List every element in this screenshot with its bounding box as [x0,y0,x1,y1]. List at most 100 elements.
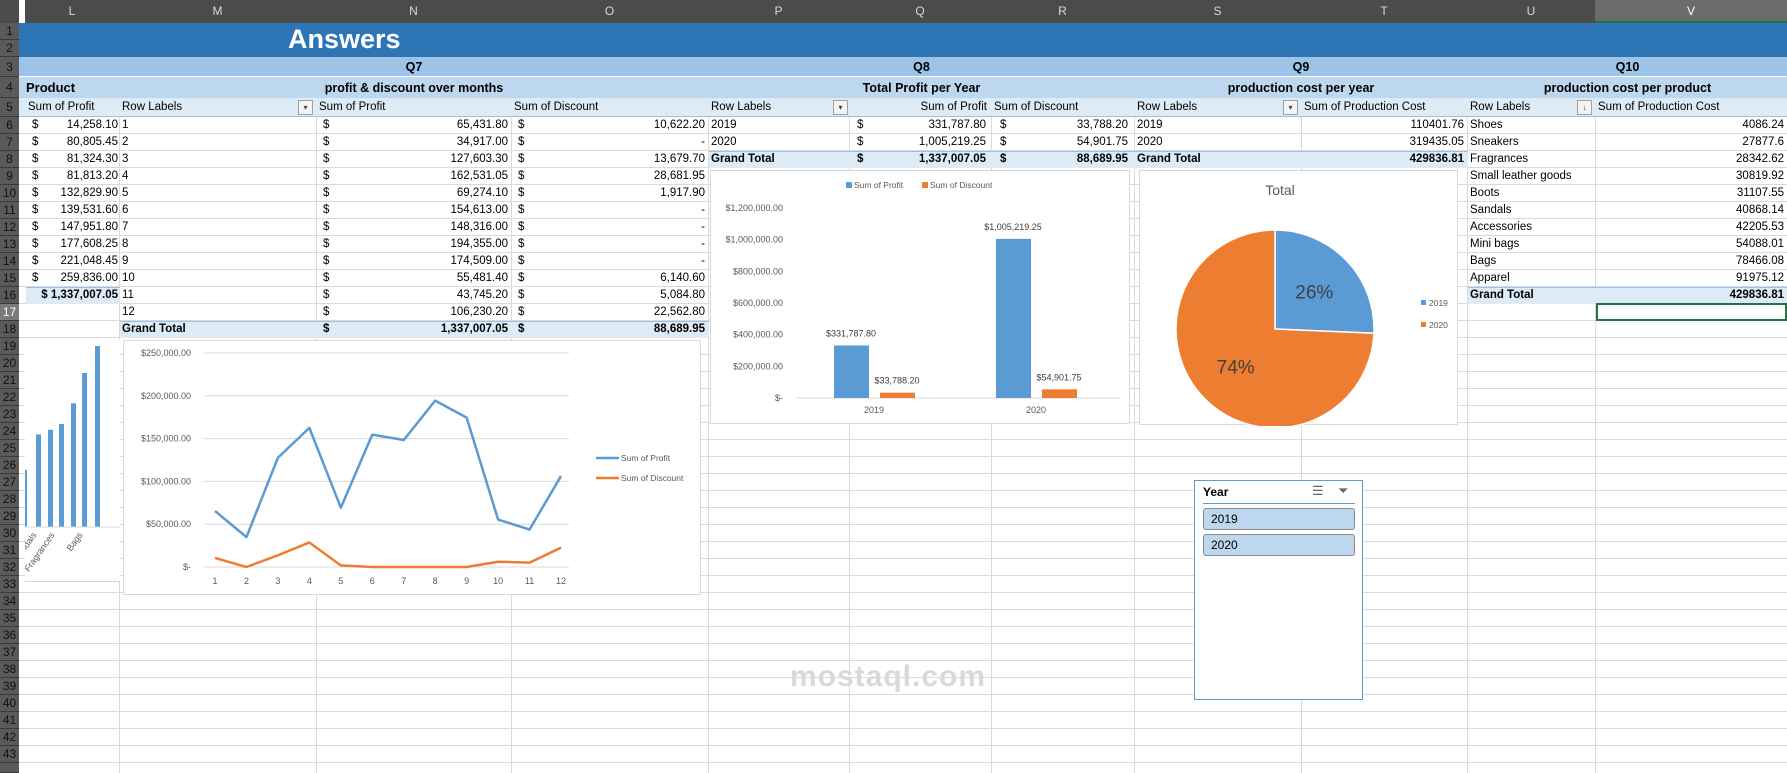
row-header-23[interactable]: 23 [0,406,19,423]
currency-symbol: $ [32,255,39,267]
q10-sort-dropdown[interactable]: ↓ [1577,100,1592,115]
select-all-corner[interactable] [0,0,19,23]
row-header-40[interactable]: 40 [0,695,19,712]
row-header-14[interactable]: 14 [0,253,19,270]
q7-total-label: Grand Total [122,323,186,335]
currency-symbol: $ [518,323,525,335]
row-header-17[interactable]: 17 [0,304,19,321]
row-header-1[interactable]: 1 [0,23,19,40]
row-header-5[interactable]: 5 [0,98,19,117]
banner-title: Answers [288,24,401,54]
row-header-32[interactable]: 32 [0,559,19,576]
row-header-16[interactable]: 16 [0,287,19,304]
product-profit-value: 80,805.45 [66,136,118,148]
row-header-42[interactable]: 42 [0,729,19,746]
row-header-28[interactable]: 28 [0,491,19,508]
q7-filter-dropdown[interactable]: ▾ [298,100,313,115]
row-header-9[interactable]: 9 [0,168,19,185]
column-header-R[interactable]: R [991,0,1135,23]
currency-symbol: $ [518,136,525,148]
row-header-8[interactable]: 8 [0,151,19,168]
row-header-15[interactable]: 15 [0,270,19,287]
row-gridline [19,728,1787,729]
row-header-37[interactable]: 37 [0,644,19,661]
row-header-12[interactable]: 12 [0,219,19,236]
selected-cell[interactable] [1596,303,1787,321]
row-header-19[interactable]: 19 [0,338,19,355]
row-header-3[interactable]: 3 [0,57,19,77]
currency-symbol: $ [518,221,525,233]
row-header-30[interactable]: 30 [0,525,19,542]
column-header-T[interactable]: T [1301,0,1468,23]
row-header-34[interactable]: 34 [0,593,19,610]
column-header-O[interactable]: O [511,0,709,23]
header-q7-profit: Sum of Profit [319,101,386,113]
row-header-22[interactable]: 22 [0,389,19,406]
row-header-25[interactable]: 25 [0,440,19,457]
row-header-39[interactable]: 39 [0,678,19,695]
row-header-41[interactable]: 41 [0,712,19,729]
column-header-M[interactable]: M [119,0,317,23]
multi-select-icon[interactable]: ☰ [1312,483,1324,499]
currency-symbol: $ [323,136,330,148]
q10-cost-value: 91975.12 [1736,272,1784,284]
product-tick-label: Bags [65,530,85,553]
q7-line-chart[interactable]: $- $50,000.00 $100,000.00 $150,000.00 $200,0… [123,340,701,595]
row-header-29[interactable]: 29 [0,508,19,525]
x-tick-label: 5 [338,576,343,586]
column-header-P[interactable]: P [708,0,850,23]
x-tick-label: 12 [556,576,566,586]
q8-filter-dropdown[interactable]: ▾ [833,100,848,115]
product-bar-chart[interactable]: ndals Fragrances Bags [18,340,120,582]
currency-symbol: $ [518,306,525,318]
clear-filter-icon[interactable]: ⏷ [1338,483,1348,499]
row-header-38[interactable]: 38 [0,661,19,678]
year-slicer[interactable]: Year ☰ ⏷ 2019 2020 [1194,480,1363,700]
q7-discount-value: 22,562.80 [653,306,705,318]
row-header-31[interactable]: 31 [0,542,19,559]
product-total: $ 1,337,007.05 [41,289,118,301]
section-q10: Q10 [1615,60,1640,74]
row-header-11[interactable]: 11 [0,202,19,219]
row-header-13[interactable]: 13 [0,236,19,253]
row-header-26[interactable]: 26 [0,457,19,474]
q8-bar-chart[interactable]: $- $200,000.00 $400,000.00 $600,000.00 $800,… [710,170,1130,424]
q9-filter-dropdown[interactable]: ▾ [1283,100,1298,115]
row-header-7[interactable]: 7 [0,134,19,151]
column-header-S[interactable]: S [1134,0,1302,23]
currency-symbol: $ [323,289,330,301]
q10-total-label: Grand Total [1470,289,1534,301]
row-header-21[interactable]: 21 [0,372,19,389]
x-tick-label: 1 [212,576,217,586]
row-header-2[interactable]: 2 [0,40,19,57]
row-header-10[interactable]: 10 [0,185,19,202]
column-header-V[interactable]: V [1595,0,1787,23]
row-header-33[interactable]: 33 [0,576,19,593]
row-header-20[interactable]: 20 [0,355,19,372]
row-header-4[interactable]: 4 [0,77,19,98]
column-header-U[interactable]: U [1467,0,1596,23]
q9-pie-chart[interactable]: Total 26% 2019 74% 2020 [1139,170,1458,429]
row-header-43[interactable]: 43 [0,746,19,763]
currency-symbol: $ [323,153,330,165]
row-header-27[interactable]: 27 [0,474,19,491]
column-header-L[interactable]: L [25,0,120,23]
data-label: $54,901.75 [1036,372,1081,382]
row-header-36[interactable]: 36 [0,627,19,644]
row-header-35[interactable]: 35 [0,610,19,627]
slicer-item-2020[interactable]: 2020 [1203,534,1355,556]
row-header-partial[interactable] [0,763,19,773]
slicer-item-2019[interactable]: 2019 [1203,508,1355,530]
currency-symbol: $ [1000,119,1007,131]
currency-symbol: $ [518,170,525,182]
q7-discount-value: - [701,255,705,267]
q7-row-label: 12 [122,306,135,318]
column-header-Q[interactable]: Q [849,0,992,23]
product-bar [36,434,41,527]
row-header-18[interactable]: 18 [0,321,19,338]
series-line-1 [214,541,562,569]
row-header-6[interactable]: 6 [0,117,19,134]
column-header-N[interactable]: N [316,0,512,23]
row-header-24[interactable]: 24 [0,423,19,440]
header-q8-profit: Sum of Profit [920,101,987,113]
